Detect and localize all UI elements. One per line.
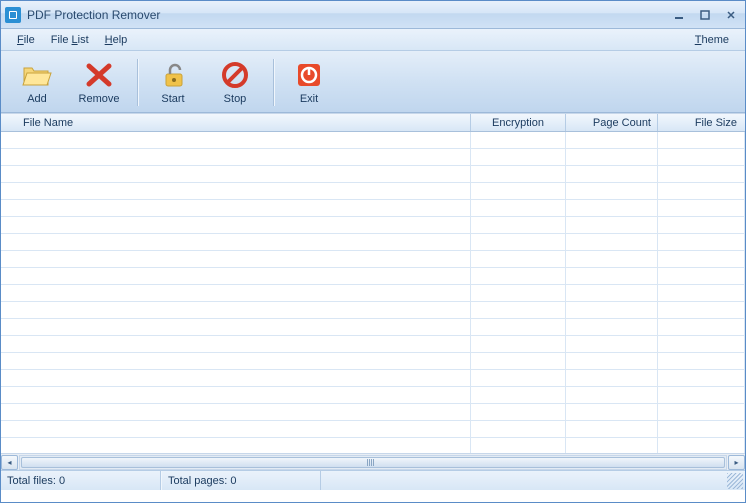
column-encryption[interactable]: Encryption: [471, 114, 566, 131]
scroll-thumb[interactable]: [21, 457, 725, 468]
menu-file[interactable]: File: [9, 31, 43, 49]
toolbar-separator: [137, 59, 139, 106]
column-filename[interactable]: File Name: [1, 114, 471, 131]
unlock-icon: [157, 61, 189, 89]
horizontal-scrollbar[interactable]: ◂ ▸: [1, 453, 745, 470]
stop-label: Stop: [224, 93, 247, 105]
menu-help[interactable]: Help: [97, 31, 136, 49]
column-pagecount[interactable]: Page Count: [566, 114, 658, 131]
stop-icon: [219, 61, 251, 89]
window-title: PDF Protection Remover: [27, 8, 669, 22]
toolbar: Add Remove Start Stop Exit: [1, 51, 745, 113]
column-filesize[interactable]: File Size: [658, 114, 745, 131]
file-table: File Name Encryption Page Count File Siz…: [1, 113, 745, 470]
power-icon: [293, 61, 325, 89]
menu-theme[interactable]: Theme: [687, 31, 737, 49]
close-button[interactable]: [721, 7, 741, 23]
status-total-pages: Total pages: 0: [161, 471, 321, 490]
titlebar[interactable]: PDF Protection Remover: [1, 1, 745, 29]
menu-filelist[interactable]: File List: [43, 31, 97, 49]
minimize-button[interactable]: [669, 7, 689, 23]
add-label: Add: [27, 93, 47, 105]
scroll-right-button[interactable]: ▸: [728, 455, 745, 470]
table-body[interactable]: [1, 132, 745, 453]
remove-label: Remove: [79, 93, 120, 105]
add-button[interactable]: Add: [6, 54, 68, 111]
scroll-left-button[interactable]: ◂: [1, 455, 18, 470]
stop-button[interactable]: Stop: [204, 54, 266, 111]
status-total-files: Total files: 0: [1, 471, 161, 490]
scroll-track[interactable]: [19, 455, 727, 470]
folder-open-icon: [21, 61, 53, 89]
maximize-button[interactable]: [695, 7, 715, 23]
toolbar-separator: [273, 59, 275, 106]
table-header: File Name Encryption Page Count File Siz…: [1, 114, 745, 132]
start-label: Start: [161, 93, 184, 105]
exit-label: Exit: [300, 93, 318, 105]
statusbar: Total files: 0 Total pages: 0: [1, 470, 745, 490]
start-button[interactable]: Start: [142, 54, 204, 111]
menubar: File File List Help Theme: [1, 29, 745, 51]
delete-x-icon: [83, 61, 115, 89]
remove-button[interactable]: Remove: [68, 54, 130, 111]
resize-grip-icon[interactable]: [727, 473, 743, 489]
app-icon: [5, 7, 21, 23]
exit-button[interactable]: Exit: [278, 54, 340, 111]
